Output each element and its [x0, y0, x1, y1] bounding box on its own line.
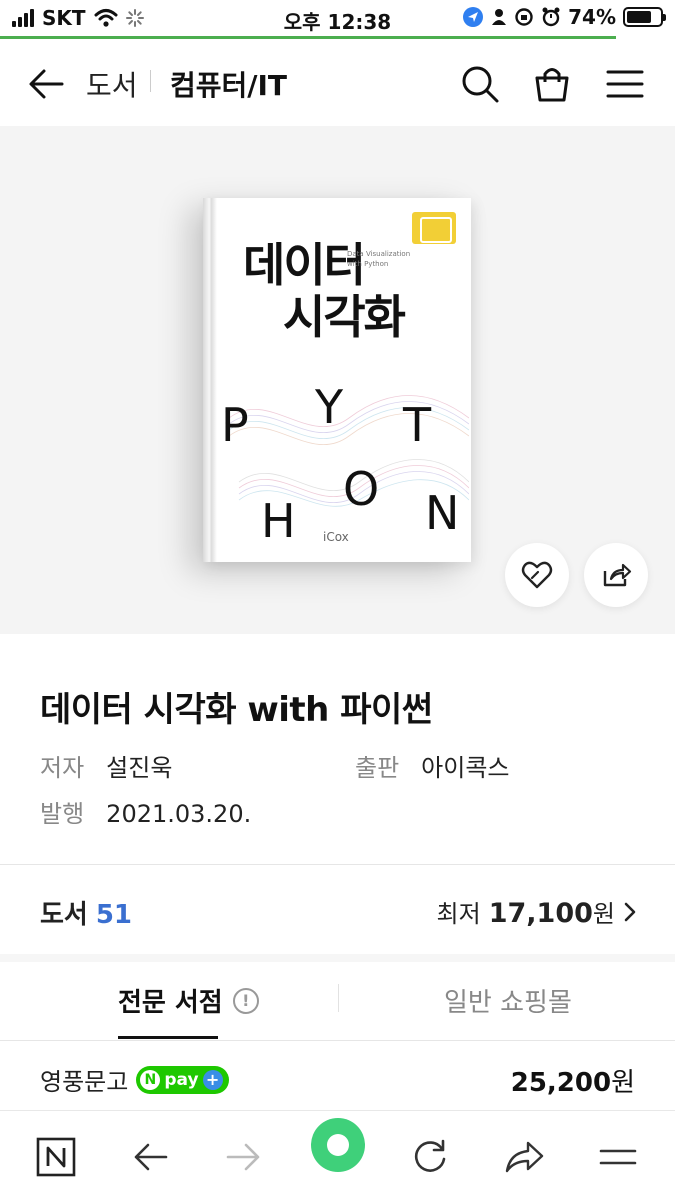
npay-badge: N pay + [136, 1065, 229, 1094]
seller-price: 25,200원 [511, 1062, 635, 1099]
cover-letter-n: N [425, 486, 460, 540]
alarm-icon [542, 7, 560, 27]
date-label: 발행 [40, 800, 85, 828]
publisher-value[interactable]: 아이콕스 [421, 754, 509, 782]
breadcrumb-subcategory[interactable]: 컴퓨터/IT [170, 64, 287, 104]
lowest-price-value: 17,100 [488, 898, 593, 929]
browser-menu-button[interactable] [594, 1133, 642, 1181]
forward-icon [226, 1143, 260, 1171]
status-right: 74% [462, 5, 666, 29]
menu-icon [599, 1149, 637, 1165]
active-tab-indicator [118, 1036, 218, 1039]
share-button[interactable] [584, 543, 648, 607]
refresh-icon [414, 1139, 446, 1172]
plus-icon: + [202, 1069, 223, 1090]
tab-general-mall[interactable]: 일반 쇼핑몰 [444, 982, 572, 1019]
breadcrumb-divider [150, 70, 151, 92]
cover-title-line1: 데이터 [243, 238, 366, 292]
battery-percent: 74% [568, 5, 616, 29]
heart-icon [521, 561, 553, 589]
browser-refresh-button[interactable] [406, 1133, 454, 1181]
back-button[interactable] [24, 62, 68, 106]
rotation-lock-icon [515, 8, 533, 26]
search-icon [462, 66, 499, 103]
offer-count: 도서 51 [40, 894, 132, 931]
seller-price-currency: 원 [611, 1068, 635, 1098]
cover-publisher-logo: iCox [323, 530, 349, 544]
offer-count-label: 도서 [40, 900, 88, 930]
info-icon[interactable]: ! [232, 987, 259, 1014]
share-icon [603, 563, 632, 587]
naver-home-button[interactable] [32, 1133, 80, 1181]
app-header: 도서 컴퓨터/IT [0, 40, 675, 126]
naver-n-icon: N [140, 1069, 161, 1090]
back-icon [134, 1143, 168, 1171]
cover-subtitle-line2: with Python [347, 259, 389, 268]
date-row: 발행 2021.03.20. [40, 794, 251, 829]
status-bar: SKT 오후 12:38 74% [0, 0, 675, 38]
back-arrow-icon [29, 69, 64, 99]
cover-letter-t: T [403, 398, 432, 452]
author-row: 저자 설진욱 [40, 748, 172, 783]
lowest-price-link[interactable]: 최저 17,100원 [437, 894, 637, 929]
seller-price-value: 25,200 [510, 1068, 612, 1098]
cover-title-line2: 시각화 [283, 290, 406, 344]
cover-letter-p: P [221, 398, 249, 452]
seller-name: 영풍문고 [40, 1068, 129, 1096]
section-divider [0, 864, 675, 865]
chevron-right-icon [624, 902, 636, 921]
page-load-progress [0, 36, 616, 39]
cover-letter-y: Y [315, 380, 344, 434]
offer-count-value: 51 [95, 900, 133, 930]
book-spine [203, 198, 217, 562]
home-dot-button[interactable] [311, 1118, 365, 1172]
breadcrumb-category[interactable]: 도서 [86, 64, 138, 104]
product-image-area: 데이터 시각화 Data Visualization with Python P… [0, 126, 675, 634]
cart-icon [535, 68, 569, 102]
browser-forward-button[interactable] [220, 1133, 268, 1181]
naver-n-icon [36, 1137, 76, 1177]
author-value[interactable]: 설진욱 [106, 754, 172, 782]
tab-specialty-bookstores[interactable]: 전문 서점 ! [118, 982, 259, 1019]
cart-button[interactable] [530, 62, 574, 106]
lowest-price-label: 최저 [436, 900, 481, 928]
date-value: 2021.03.20. [106, 800, 252, 828]
search-button[interactable] [458, 62, 502, 106]
cover-subtitle-line1: Data Visualization [347, 250, 411, 258]
lowest-price-currency: 원 [592, 900, 615, 928]
tabs-divider [0, 1040, 675, 1041]
cover-letter-o: O [343, 462, 380, 516]
browser-back-button[interactable] [126, 1133, 174, 1181]
npay-label: pay [164, 1069, 199, 1090]
publisher-row: 출판 아이콕스 [355, 748, 510, 783]
cover-series-badge [412, 212, 456, 244]
tab-divider [338, 984, 339, 1012]
share-arrow-icon [505, 1141, 544, 1173]
tab-specialty-label: 전문 서점 [118, 988, 223, 1018]
menu-button[interactable] [603, 62, 647, 106]
battery-icon [623, 7, 666, 27]
seller-row[interactable]: 영풍문고 N pay + [40, 1062, 229, 1097]
cover-subtitle: Data Visualization with Python [347, 250, 410, 270]
location-icon [463, 7, 484, 27]
home-dot-icon [327, 1134, 349, 1156]
menu-icon [606, 70, 644, 98]
publisher-label: 출판 [355, 754, 400, 782]
author-label: 저자 [40, 754, 85, 782]
section-gap [0, 954, 675, 962]
cover-letter-h: H [261, 494, 296, 548]
product-title: 데이터 시각화 with 파이썬 [40, 690, 433, 730]
book-cover-image[interactable]: 데이터 시각화 Data Visualization with Python P… [203, 198, 471, 562]
wishlist-button[interactable] [505, 543, 569, 607]
browser-share-button[interactable] [500, 1133, 548, 1181]
person-icon [492, 9, 507, 25]
